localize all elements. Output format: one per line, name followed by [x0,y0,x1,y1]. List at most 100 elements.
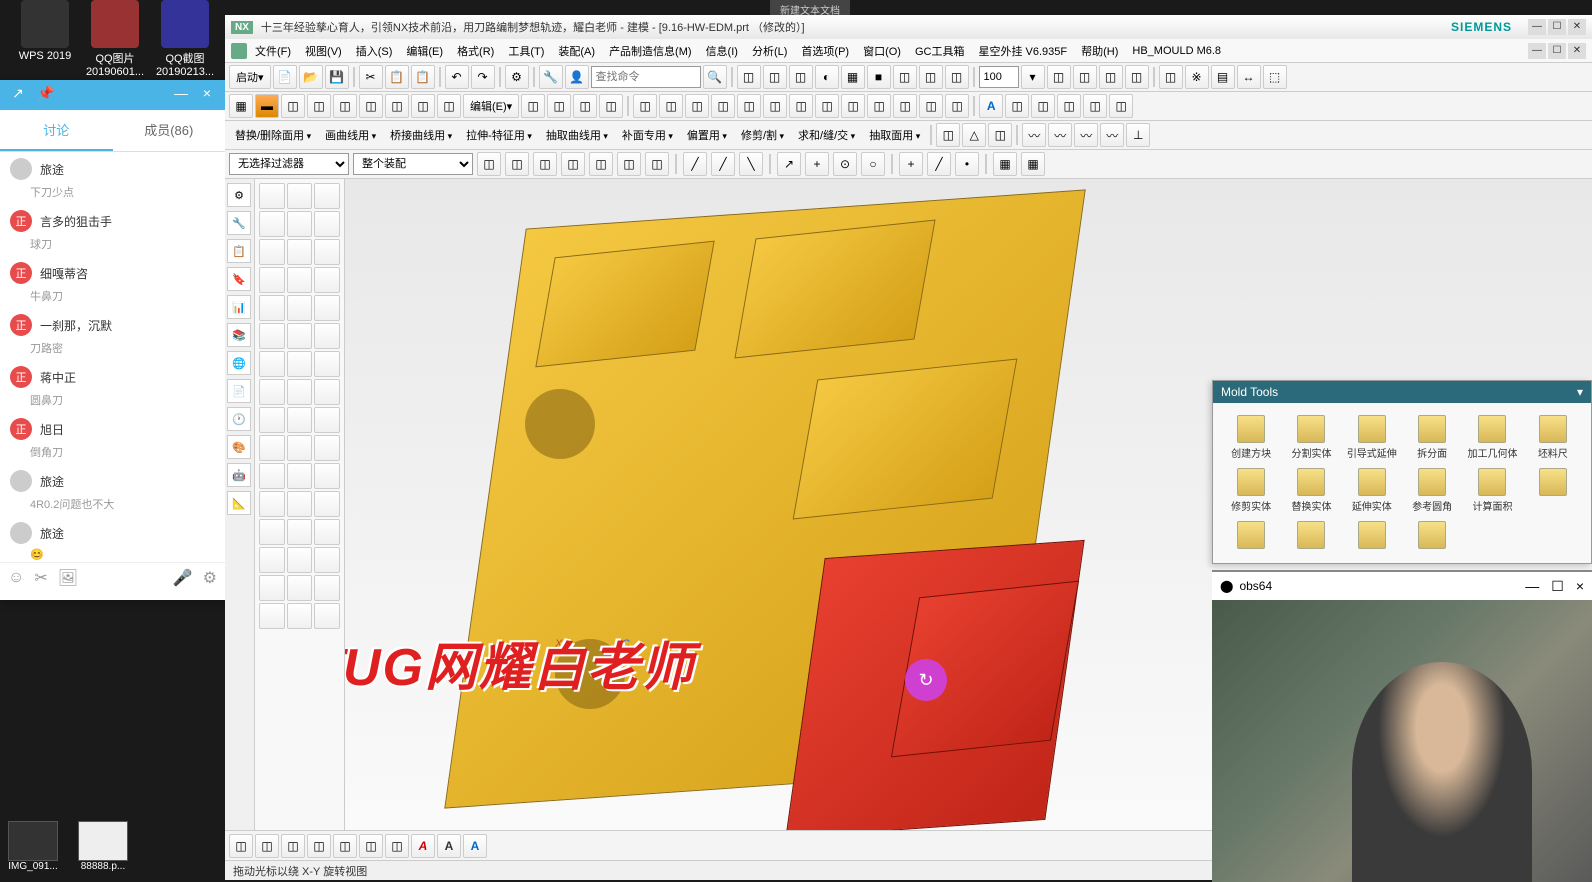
feature-btn[interactable]: ◫ [307,94,331,118]
tab-discuss[interactable]: 讨论 [0,110,113,151]
snap-btn[interactable]: + [899,152,923,176]
menu-format[interactable]: 格式(R) [451,41,500,61]
feature-btn[interactable]: ◫ [599,94,623,118]
feature-btn[interactable]: ◫ [1083,94,1107,118]
op-extract[interactable]: 抽取曲线用 [540,125,614,145]
pal-btn[interactable] [259,603,285,629]
filter-btn[interactable]: ◫ [533,152,557,176]
chat-item[interactable]: 正蒋中正 [0,360,225,394]
curve-btn[interactable]: 〰 [1022,123,1046,147]
pal-btn[interactable] [259,575,285,601]
mic-icon[interactable]: 🎤 [173,568,193,588]
clock-icon[interactable]: 🕐 [227,407,251,431]
copy-icon[interactable]: 📋 [385,65,409,89]
feature-btn[interactable]: ◫ [411,94,435,118]
btm-btn[interactable]: ◫ [385,834,409,858]
mold-btn[interactable] [1281,517,1341,555]
snap-btn[interactable]: ╱ [683,152,707,176]
doc-restore[interactable]: ☐ [1548,43,1566,59]
menu-edit[interactable]: 编辑(E) [400,41,449,61]
mold-create-block[interactable]: 创建方块 [1221,411,1281,464]
tool-btn[interactable]: 👤 [565,65,589,89]
filter-btn[interactable]: ◫ [645,152,669,176]
pal-btn[interactable] [314,351,340,377]
btm-btn[interactable]: ◫ [333,834,357,858]
tool-btn[interactable]: ◫ [1125,65,1149,89]
feature-btn[interactable]: ◫ [573,94,597,118]
text-format-a[interactable]: A [463,834,487,858]
menu-file[interactable]: 文件(F) [249,41,297,61]
assembly-filter[interactable]: 整个装配 [353,153,473,175]
tool-btn[interactable]: ▤ [1211,65,1235,89]
nav-btn[interactable]: 🔧 [227,211,251,235]
filter-btn[interactable]: ◫ [589,152,613,176]
snap-btn[interactable]: ⊙ [833,152,857,176]
pal-btn[interactable] [314,463,340,489]
mold-tools-panel[interactable]: Mold Tools▾ 创建方块 分割实体 引导式延伸 拆分面 加工几何体 坯料… [1212,380,1592,564]
pal-btn[interactable] [287,295,313,321]
save-icon[interactable]: 💾 [325,65,349,89]
curve-btn[interactable]: 〰 [1048,123,1072,147]
pal-btn[interactable] [287,575,313,601]
command-search[interactable] [591,66,701,88]
pal-btn[interactable] [259,491,285,517]
obs-window[interactable]: ⬤ obs64 — ☐ × [1212,570,1592,880]
chat-item[interactable]: 正细嘎蒂咨 [0,256,225,290]
chat-titlebar[interactable]: ↗ 📌 — × [0,80,225,110]
snap-btn[interactable]: ○ [861,152,885,176]
grid-btn[interactable]: ▦ [993,152,1017,176]
nx-titlebar[interactable]: NX 十三年经验孳心育人，引领NX技术前沿，用刀路编制梦想轨迹，耀白老师 - 建… [225,15,1592,39]
grid-btn[interactable]: ▦ [1021,152,1045,176]
new-icon[interactable]: 📄 [273,65,297,89]
maximize-button[interactable]: ☐ [1551,578,1564,595]
pal-btn[interactable] [314,435,340,461]
op-btn[interactable]: ◫ [988,123,1012,147]
pal-btn[interactable] [287,379,313,405]
menu-assembly[interactable]: 装配(A) [552,41,601,61]
menu-info[interactable]: 信息(I) [700,41,744,61]
feature-btn[interactable]: ▦ [229,94,253,118]
zoom-input[interactable] [979,66,1019,88]
menu-gc[interactable]: GC工具箱 [909,41,971,61]
redo-icon[interactable]: ↷ [471,65,495,89]
desktop-icon-img[interactable]: IMG_091... [8,821,58,872]
snap-btn[interactable]: + [805,152,829,176]
nav-btn[interactable]: 📊 [227,295,251,319]
scissors-icon[interactable]: ✂ [34,568,47,588]
btm-btn[interactable]: ◫ [229,834,253,858]
op-btn[interactable]: △ [962,123,986,147]
mold-stock[interactable]: 坯料尺 [1523,411,1583,464]
app-icon[interactable] [231,43,247,59]
pal-btn[interactable] [287,463,313,489]
cut-icon[interactable]: ✂ [359,65,383,89]
paste-icon[interactable]: 📋 [411,65,435,89]
menu-hbmould[interactable]: HB_MOULD M6.8 [1126,43,1227,59]
pal-btn[interactable] [314,323,340,349]
feature-btn[interactable]: ◫ [547,94,571,118]
op-offset[interactable]: 偏置用 [681,125,733,145]
mold-title[interactable]: Mold Tools▾ [1213,381,1591,403]
chat-item[interactable]: 旅途 [0,464,225,498]
feature-btn[interactable]: ◫ [737,94,761,118]
mold-split-body[interactable]: 分割实体 [1281,411,1341,464]
emoji-icon[interactable]: ☺ [8,569,24,587]
pal-btn[interactable] [259,323,285,349]
close-button[interactable]: ✕ [1568,19,1586,35]
op-extractface[interactable]: 抽取面用 [863,125,926,145]
feature-btn[interactable]: ◫ [385,94,409,118]
nav-btn[interactable]: 🔖 [227,267,251,291]
desktop-icon-88888[interactable]: 88888.p... [78,821,128,872]
pal-btn[interactable] [287,183,313,209]
curve-btn[interactable]: ⊥ [1126,123,1150,147]
image-icon[interactable]: 🖼 [58,568,78,588]
pal-btn[interactable] [314,295,340,321]
pal-btn[interactable] [314,379,340,405]
feature-btn[interactable]: ◫ [659,94,683,118]
btm-btn[interactable]: ◫ [359,834,383,858]
pal-btn[interactable] [314,267,340,293]
tool-btn[interactable]: 🔧 [539,65,563,89]
op-unite[interactable]: 求和/缝/交 [792,125,861,145]
mold-trim[interactable]: 修剪实体 [1221,464,1281,517]
tool-btn[interactable]: ◫ [1099,65,1123,89]
pal-btn[interactable] [314,407,340,433]
